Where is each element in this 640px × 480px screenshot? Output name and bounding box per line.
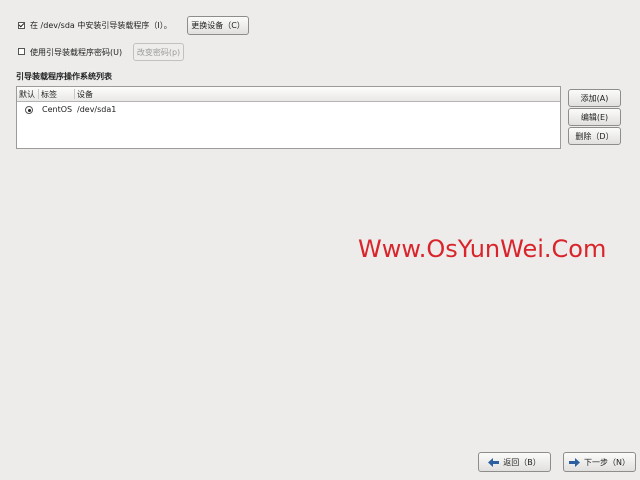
- next-label: 下一步（N）: [584, 457, 630, 467]
- table-header: 默认 标签 设备: [17, 87, 560, 102]
- edit-button[interactable]: 编辑(E): [568, 108, 621, 126]
- back-label: 返回（B）: [503, 457, 541, 467]
- change-device-button[interactable]: 更换设备（C）: [187, 16, 249, 35]
- column-divider: [74, 89, 75, 99]
- change-password-button[interactable]: 改变密码(p): [133, 43, 184, 61]
- bootloader-password-label: 使用引导装载程序密码(U): [30, 48, 123, 57]
- delete-button[interactable]: 删除（D）: [568, 127, 621, 145]
- os-device: /dev/sda1: [77, 105, 117, 114]
- os-list-title: 引导装载程序操作系统列表: [16, 72, 112, 81]
- os-label: CentOS: [42, 105, 73, 114]
- arrow-left-icon: [488, 457, 500, 467]
- watermark-text: Www.OsYunWei.Com: [358, 235, 607, 263]
- next-button[interactable]: 下一步（N）: [563, 452, 636, 472]
- column-divider: [38, 89, 39, 99]
- back-button[interactable]: 返回（B）: [478, 452, 551, 472]
- add-button[interactable]: 添加(A): [568, 89, 621, 107]
- install-bootloader-checkbox[interactable]: [18, 22, 25, 29]
- column-header-label[interactable]: 标签: [41, 89, 57, 100]
- install-bootloader-label: 在 /dev/sda 中安装引导装载程序（I）。: [30, 21, 172, 30]
- default-radio[interactable]: [25, 106, 33, 114]
- bootloader-password-checkbox[interactable]: [18, 48, 25, 55]
- column-header-default[interactable]: 默认: [19, 89, 35, 100]
- column-header-device[interactable]: 设备: [77, 89, 93, 100]
- os-list-table: 默认 标签 设备 CentOS /dev/sda1: [16, 86, 561, 149]
- table-row[interactable]: CentOS /dev/sda1: [17, 102, 560, 116]
- arrow-right-icon: [569, 457, 580, 467]
